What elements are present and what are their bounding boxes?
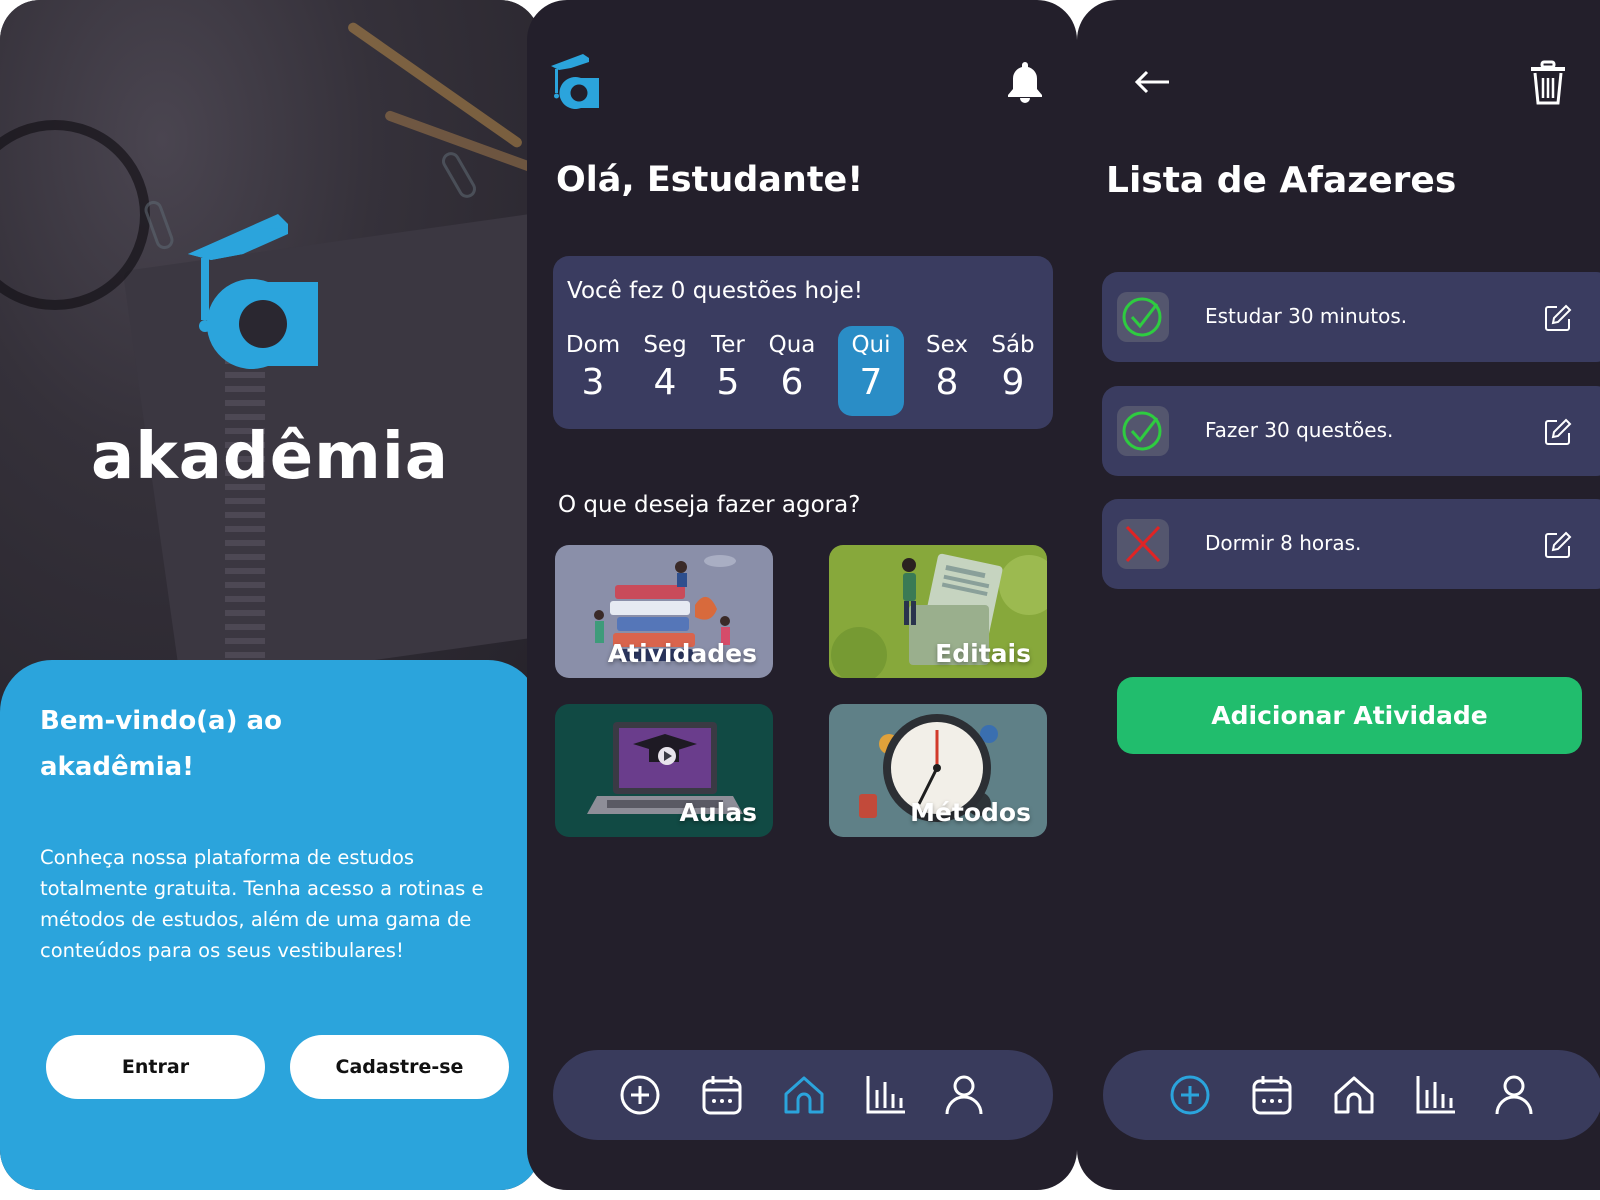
day-number: 4 xyxy=(653,362,677,403)
bottom-navigation xyxy=(553,1050,1053,1140)
brand-name: akadêmia xyxy=(91,420,449,494)
day-name: Qui xyxy=(851,332,891,358)
day-name: Seg xyxy=(643,332,687,358)
todo-title: Lista de Afazeres xyxy=(1106,160,1457,201)
todo-item[interactable]: Estudar 30 minutos. xyxy=(1102,272,1600,362)
back-arrow-icon[interactable] xyxy=(1133,62,1173,102)
login-button[interactable]: Entrar xyxy=(46,1035,265,1099)
signup-button[interactable]: Cadastre-se xyxy=(290,1035,509,1099)
todo-text: Estudar 30 minutos. xyxy=(1205,304,1408,328)
day-name: Ter xyxy=(711,332,745,358)
check-done-icon xyxy=(1122,411,1162,451)
trash-icon[interactable] xyxy=(1529,60,1567,106)
tile-label: Editais xyxy=(935,639,1031,668)
akademia-logo-icon xyxy=(551,54,599,109)
todo-status-toggle[interactable] xyxy=(1117,519,1169,569)
home-icon[interactable] xyxy=(1331,1072,1377,1118)
tile-label: Métodos xyxy=(910,798,1031,827)
notification-bell-icon[interactable] xyxy=(1005,60,1045,104)
home-icon[interactable] xyxy=(781,1072,827,1118)
day-number: 5 xyxy=(716,362,740,403)
day-number: 8 xyxy=(935,362,959,403)
todo-text: Dormir 8 horas. xyxy=(1205,531,1362,555)
welcome-description: Conheça nossa plataforma de estudos tota… xyxy=(40,846,484,962)
weekly-progress-card: Você fez 0 questões hoje! Dom 3 Seg 4 Te… xyxy=(553,256,1053,429)
greeting-title: Olá, Estudante! xyxy=(556,160,864,200)
todo-item[interactable]: Fazer 30 questões. xyxy=(1102,386,1600,476)
questions-today-text: Você fez 0 questões hoje! xyxy=(567,278,863,304)
edit-icon[interactable] xyxy=(1543,303,1573,333)
calendar-icon[interactable] xyxy=(1249,1072,1295,1118)
welcome-card: Bem-vindo(a) ao akadêmia! Conheça nossa … xyxy=(0,660,540,1190)
day-sab[interactable]: Sáb 9 xyxy=(980,326,1046,416)
day-name: Sex xyxy=(926,332,968,358)
check-done-icon xyxy=(1122,297,1162,337)
cross-not-done-icon xyxy=(1125,525,1161,563)
day-sex[interactable]: Sex 8 xyxy=(914,326,980,416)
tile-editais[interactable]: Editais xyxy=(829,545,1047,678)
edit-icon[interactable] xyxy=(1543,417,1573,447)
add-circle-icon[interactable] xyxy=(1167,1072,1213,1118)
day-seg[interactable]: Seg 4 xyxy=(632,326,698,416)
profile-icon[interactable] xyxy=(941,1072,987,1118)
tile-atividades[interactable]: Atividades xyxy=(555,545,773,678)
profile-icon[interactable] xyxy=(1491,1072,1537,1118)
todo-status-toggle[interactable] xyxy=(1117,292,1169,342)
tile-label: Atividades xyxy=(607,639,757,668)
home-screen: Olá, Estudante! Você fez 0 questões hoje… xyxy=(527,0,1077,1190)
day-number: 6 xyxy=(780,362,804,403)
tile-metodos[interactable]: Métodos xyxy=(829,704,1047,837)
tile-aulas[interactable]: Aulas xyxy=(555,704,773,837)
todo-text: Fazer 30 questões. xyxy=(1205,418,1394,442)
akademia-logo-icon xyxy=(188,214,318,369)
edit-icon[interactable] xyxy=(1543,530,1573,560)
day-number: 9 xyxy=(1001,362,1025,403)
bottom-navigation xyxy=(1103,1050,1600,1140)
day-qua[interactable]: Qua 6 xyxy=(759,326,825,416)
day-name: Qua xyxy=(768,332,816,358)
welcome-title-line1: Bem-vindo(a) ao xyxy=(40,706,282,736)
todo-screen: Lista de Afazeres Estudar 30 minutos. Fa… xyxy=(1077,0,1600,1190)
welcome-screen: akadêmia Bem-vindo(a) ao akadêmia! Conhe… xyxy=(0,0,540,1190)
day-name: Dom xyxy=(565,332,621,358)
day-number: 7 xyxy=(859,362,883,403)
tile-label: Aulas xyxy=(679,798,757,827)
calendar-icon[interactable] xyxy=(699,1072,745,1118)
day-qui-selected[interactable]: Qui 7 xyxy=(838,326,904,416)
todo-status-toggle[interactable] xyxy=(1117,406,1169,456)
day-dom[interactable]: Dom 3 xyxy=(560,326,626,416)
add-circle-icon[interactable] xyxy=(617,1072,663,1118)
chart-icon[interactable] xyxy=(863,1072,909,1118)
welcome-title: Bem-vindo(a) ao akadêmia! xyxy=(40,698,480,790)
day-ter[interactable]: Ter 5 xyxy=(695,326,761,416)
day-number: 3 xyxy=(581,362,605,403)
add-activity-button[interactable]: Adicionar Atividade xyxy=(1117,677,1582,754)
chart-icon[interactable] xyxy=(1413,1072,1459,1118)
day-name: Sáb xyxy=(991,332,1035,358)
todo-item[interactable]: Dormir 8 horas. xyxy=(1102,499,1600,589)
welcome-title-line2: akadêmia! xyxy=(40,752,195,782)
paperclip-image xyxy=(438,148,480,202)
action-question: O que deseja fazer agora? xyxy=(558,492,861,518)
